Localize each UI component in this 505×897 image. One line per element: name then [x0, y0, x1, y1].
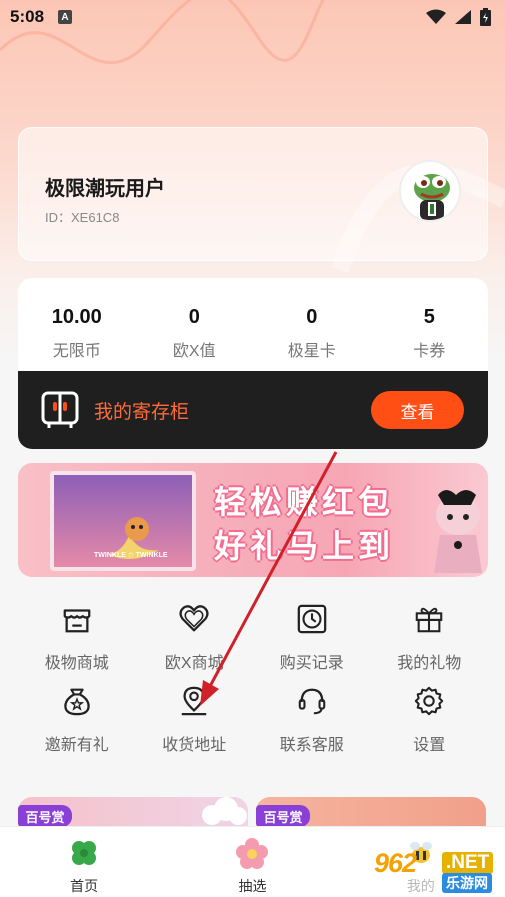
avatar[interactable] [399, 160, 461, 222]
gear-icon [415, 686, 444, 716]
banner-line-2: 好礼马上到 [214, 528, 395, 564]
toy-box-image: TWINKLE ✩ TWINKLE [50, 471, 196, 571]
site-watermark: 962 .NET 乐游网 [368, 840, 500, 893]
status-time: 5:08 [10, 7, 45, 26]
flower-icon [236, 838, 269, 869]
menu-item-invite[interactable]: 邀新有礼 [18, 685, 136, 755]
menu-label: 购买记录 [279, 655, 344, 672]
box-label: TWINKLE ✩ TWINKLE [94, 552, 168, 559]
stat-label: 无限币 [52, 343, 101, 360]
locker-bar[interactable]: 我的寄存柜 查看 [18, 371, 488, 449]
menu-label: 联系客服 [279, 737, 344, 754]
tab-home[interactable]: 首页 [0, 827, 168, 897]
tab-label: 首页 [70, 878, 99, 894]
menu-label: 邀新有礼 [44, 737, 109, 754]
headset-icon [298, 688, 326, 715]
battery-icon [480, 8, 491, 26]
menu-item-shipping-address[interactable]: 收货地址 [136, 685, 254, 755]
stat-label: 极星卡 [287, 343, 336, 360]
stat-coupons[interactable]: 5 卡券 [371, 306, 489, 361]
watermark-number: 962 [374, 848, 417, 878]
view-locker-button[interactable]: 查看 [371, 391, 464, 429]
menu-label: 欧X商城 [164, 655, 224, 672]
locker-title: 我的寄存柜 [94, 401, 190, 423]
promo-badge: 百号赏 [256, 805, 310, 827]
wifi-icon [426, 9, 446, 24]
clock-icon [297, 604, 327, 634]
cloud-icon [202, 797, 247, 825]
stat-infinite-coins[interactable]: 10.00 无限币 [18, 306, 136, 361]
watermark-suffix: .NET [442, 852, 494, 874]
store-icon [63, 609, 91, 633]
heart-icon [179, 605, 209, 632]
stat-star-card[interactable]: 0 极星卡 [253, 306, 371, 361]
menu-item-customer-service[interactable]: 联系客服 [253, 685, 371, 755]
menu-item-purchase-history[interactable]: 购买记录 [253, 603, 371, 673]
gift-icon [415, 607, 443, 633]
money-bag-icon [64, 688, 90, 716]
banner-line-1: 轻松赚红包 [214, 484, 395, 520]
user-name: 极限潮玩用户 [45, 178, 165, 200]
profile-card[interactable]: 极限潮玩用户 ID：XE61C8 [18, 127, 488, 261]
location-pin-icon [182, 686, 207, 716]
stat-label: 卡券 [413, 343, 446, 360]
stat-label: 欧X值 [172, 343, 216, 360]
stat-value: 0 [188, 306, 200, 328]
menu-item-ox-store[interactable]: 欧X商城 [136, 603, 254, 673]
signal-icon [455, 10, 471, 24]
stat-value: 10.00 [51, 306, 102, 328]
doll-figure-icon [434, 490, 482, 573]
menu-label: 我的礼物 [397, 655, 462, 672]
menu-label: 设置 [413, 737, 446, 754]
stat-value: 5 [423, 306, 435, 328]
clover-icon [72, 841, 97, 865]
tab-draw[interactable]: 抽选 [168, 827, 336, 897]
frog-avatar-icon [414, 174, 450, 220]
user-id: ID：XE61C8 [45, 210, 120, 225]
stat-ox-value[interactable]: 0 欧X值 [136, 306, 254, 361]
tab-label: 抽选 [238, 878, 267, 894]
menu-item-my-gifts[interactable]: 我的礼物 [371, 603, 489, 673]
notification-icon: A [58, 10, 73, 24]
menu-item-store[interactable]: 极物商城 [18, 603, 136, 673]
promo-banner[interactable]: TWINKLE ✩ TWINKLE 轻松赚红包 好礼马上到 [18, 463, 488, 577]
watermark-site: 乐游网 [442, 873, 492, 893]
menu-label: 极物商城 [44, 655, 109, 672]
status-bar: 5:08 A [0, 0, 505, 34]
promo-badge: 百号赏 [18, 805, 72, 827]
locker-icon [41, 391, 79, 428]
stat-value: 0 [306, 306, 318, 328]
service-menu: 极物商城 欧X商城 购买记录 我的礼物 邀新有礼 收货地址 联系客服 设置 [18, 603, 488, 755]
menu-item-settings[interactable]: 设置 [371, 685, 489, 755]
menu-label: 收货地址 [162, 737, 227, 754]
